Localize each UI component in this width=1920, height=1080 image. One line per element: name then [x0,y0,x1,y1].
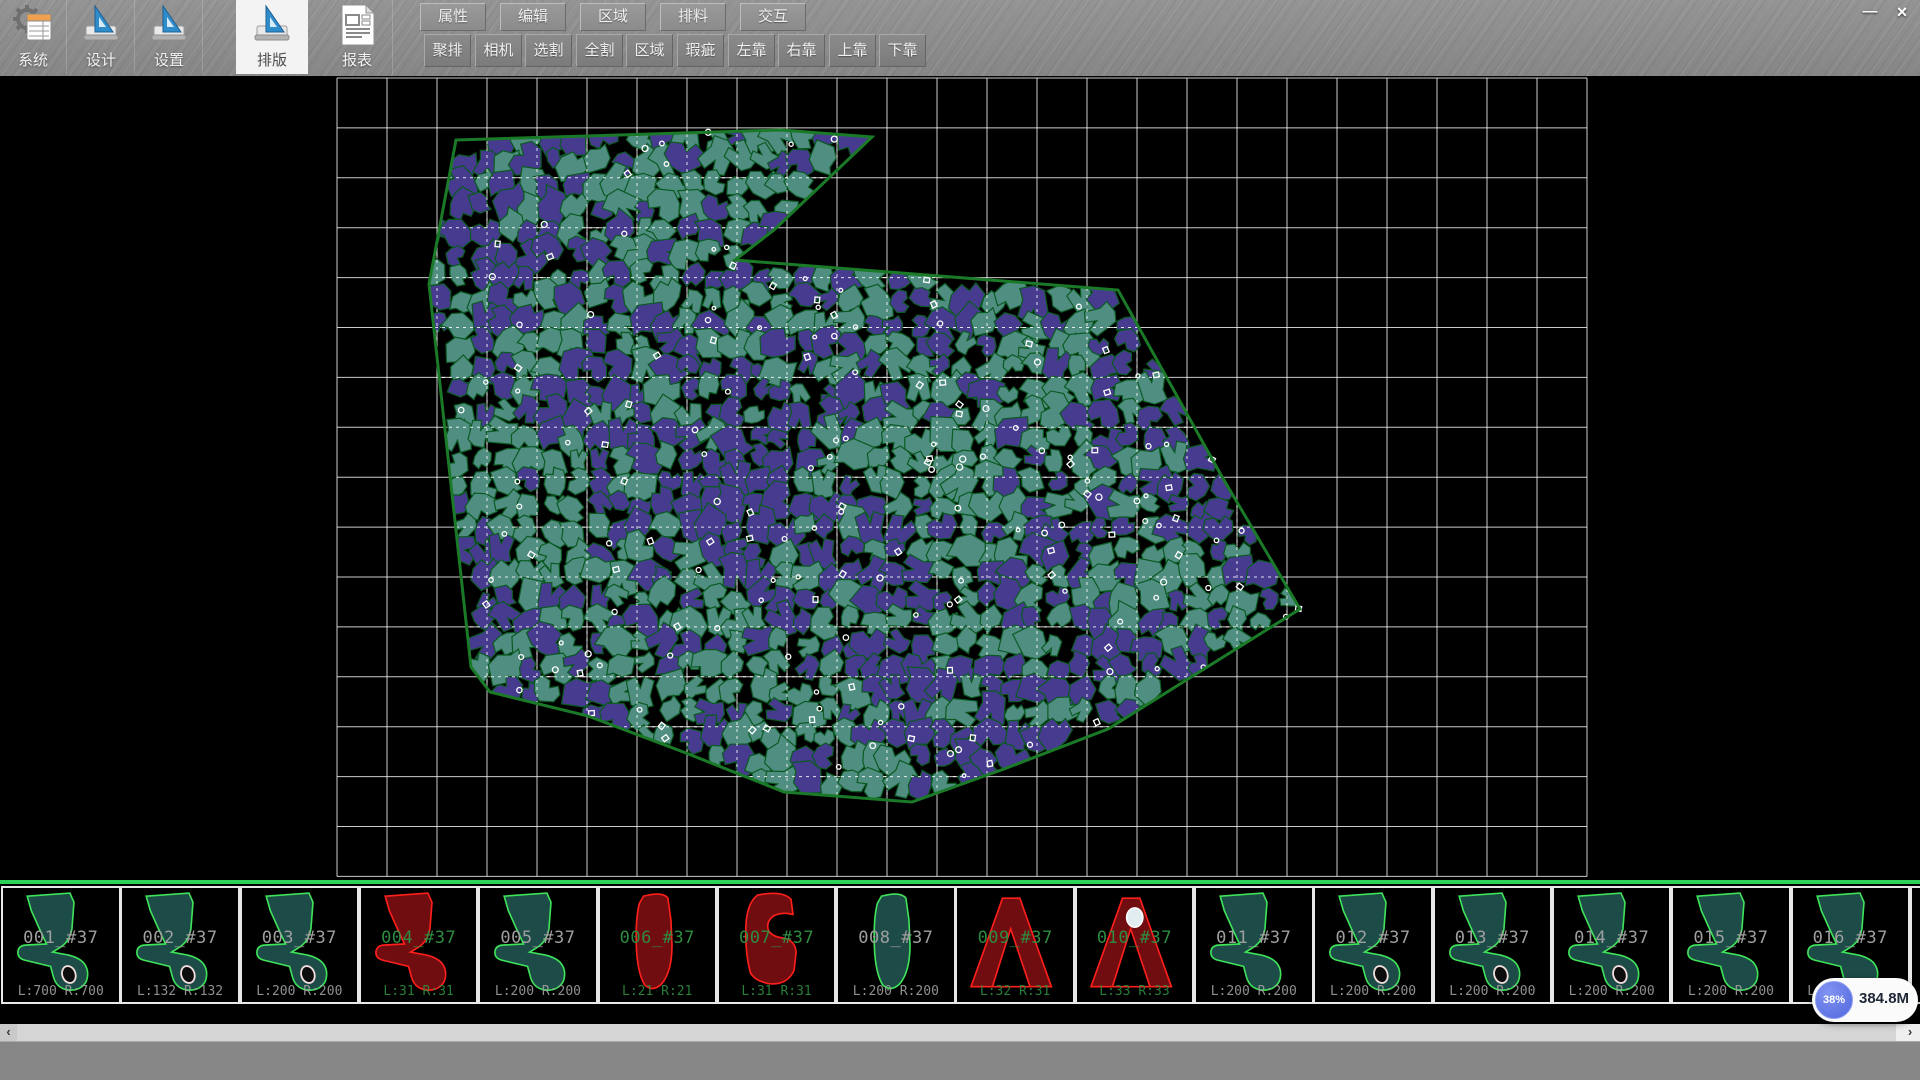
menu-edit[interactable]: 编辑 [500,3,566,31]
horizontal-scrollbar[interactable]: ‹ › [0,1024,1920,1041]
part-shape-boot-icon [242,888,358,1002]
part-shape-ashape-icon [957,888,1073,1002]
tool-zone[interactable]: 区域 [626,34,673,67]
nav-label-settings: 设置 [154,49,184,70]
part-thumbnail[interactable]: 014_#37L:200 R:200 [1552,886,1672,1004]
part-thumbnail[interactable]: 009_#37L:32 R:31 [955,886,1075,1004]
menu-nesting[interactable]: 排料 [660,3,726,31]
part-shape-boot-icon [1196,888,1312,1002]
part-shape-boot-icon [480,888,596,1002]
close-button[interactable]: × [1888,2,1916,24]
recorder-percent-badge: 38% [1815,981,1853,1019]
nav-label-report: 报表 [342,49,372,70]
top-toolbar: 系统设计设置排版报表 属性编辑区域排料交互 聚排相机选割全割区域瑕疵左靠右靠上靠… [0,0,1920,77]
window-controls: — × [1856,2,1916,24]
gear-notebook-icon [10,2,56,48]
nested-pieces [418,113,1302,804]
tool-camera[interactable]: 相机 [475,34,522,67]
part-shape-boot-icon [122,888,238,1002]
tool-cluster-nest[interactable]: 聚排 [424,34,471,67]
nesting-canvas[interactable] [0,76,1920,880]
triangle-ruler-icon [146,2,192,48]
part-thumbnail[interactable]: 001_#37L:700 R:700 [1,886,121,1004]
part-shape-boot-icon [361,888,477,1002]
part-shape-boot-icon [1315,888,1431,1002]
tool-defect[interactable]: 瑕疵 [677,34,724,67]
parts-strip: 001_#37L:700 R:700002_#37L:132 R:132003_… [0,880,1920,1024]
app-window: 系统设计设置排版报表 属性编辑区域排料交互 聚排相机选割全割区域瑕疵左靠右靠上靠… [0,0,1920,1080]
triangle-ruler-icon [249,2,295,48]
tool-cut-all[interactable]: 全割 [576,34,623,67]
part-thumbnail[interactable]: 005_#37L:200 R:200 [478,886,598,1004]
menu-interact[interactable]: 交互 [740,3,806,31]
recorder-memory-label: 384.8M [1859,990,1909,1007]
tool-align-left[interactable]: 左靠 [728,34,775,67]
part-thumbnail[interactable]: 004_#37L:31 R:31 [359,886,479,1004]
tool-select-cut[interactable]: 选割 [525,34,572,67]
scrollbar-thumb[interactable] [17,1024,1896,1041]
part-shape-boot-icon [1912,888,1920,1002]
strip-top-line [0,880,1920,884]
minimize-button[interactable]: — [1856,2,1884,24]
part-thumbnail[interactable]: 008_#37L:200 R:200 [836,886,956,1004]
part-shape-boot-icon [1435,888,1551,1002]
part-shape-tall-icon [600,888,716,1002]
tool-align-top[interactable]: 上靠 [829,34,876,67]
nav-button-design[interactable]: 设计 [68,0,135,74]
status-bar [0,1041,1920,1080]
part-shape-boot-icon [3,888,119,1002]
recorder-badge[interactable]: 38% 384.8M [1812,978,1918,1022]
part-thumbnail[interactable]: 003_#37L:200 R:200 [240,886,360,1004]
nav-button-layout[interactable]: 排版 [236,0,308,74]
triangle-ruler-icon [78,2,124,48]
tool-align-right[interactable]: 右靠 [778,34,825,67]
nav-label-system: 系统 [18,49,48,70]
menu-properties[interactable]: 属性 [420,3,486,31]
nesting-canvas-area [0,76,1920,880]
part-shape-boot-icon [1554,888,1670,1002]
part-thumbnail[interactable]: 012_#37L:200 R:200 [1313,886,1433,1004]
part-thumbnail[interactable]: 002_#37L:132 R:132 [120,886,240,1004]
part-thumbnail[interactable]: 006_#37L:21 R:21 [598,886,718,1004]
nav-button-settings[interactable]: 设置 [136,0,203,74]
part-shape-boot-icon [1673,888,1789,1002]
part-thumbnail[interactable]: 010_#37L:33 R:33 [1075,886,1195,1004]
part-shape-tall-icon [838,888,954,1002]
part-thumbnail[interactable]: 013_#37L:200 R:200 [1433,886,1553,1004]
part-thumbnail[interactable]: 015_#37L:200 R:200 [1671,886,1791,1004]
nav-label-design: 设计 [86,49,116,70]
nav-button-system[interactable]: 系统 [0,0,67,74]
menu-region[interactable]: 区域 [580,3,646,31]
part-shape-ashape-icon [1077,888,1193,1002]
tool-align-bottom[interactable]: 下靠 [879,34,926,67]
part-thumbnail[interactable]: 007_#37L:31 R:31 [717,886,837,1004]
part-thumbnail[interactable]: 011_#37L:200 R:200 [1194,886,1314,1004]
nav-button-report[interactable]: 报表 [322,0,393,74]
scroll-right-arrow-icon[interactable]: › [1900,1024,1920,1041]
part-shape-cshape-icon [719,888,835,1002]
scroll-left-arrow-icon[interactable]: ‹ [0,1024,17,1041]
nav-label-layout: 排版 [257,49,287,70]
report-document-icon [334,2,380,48]
